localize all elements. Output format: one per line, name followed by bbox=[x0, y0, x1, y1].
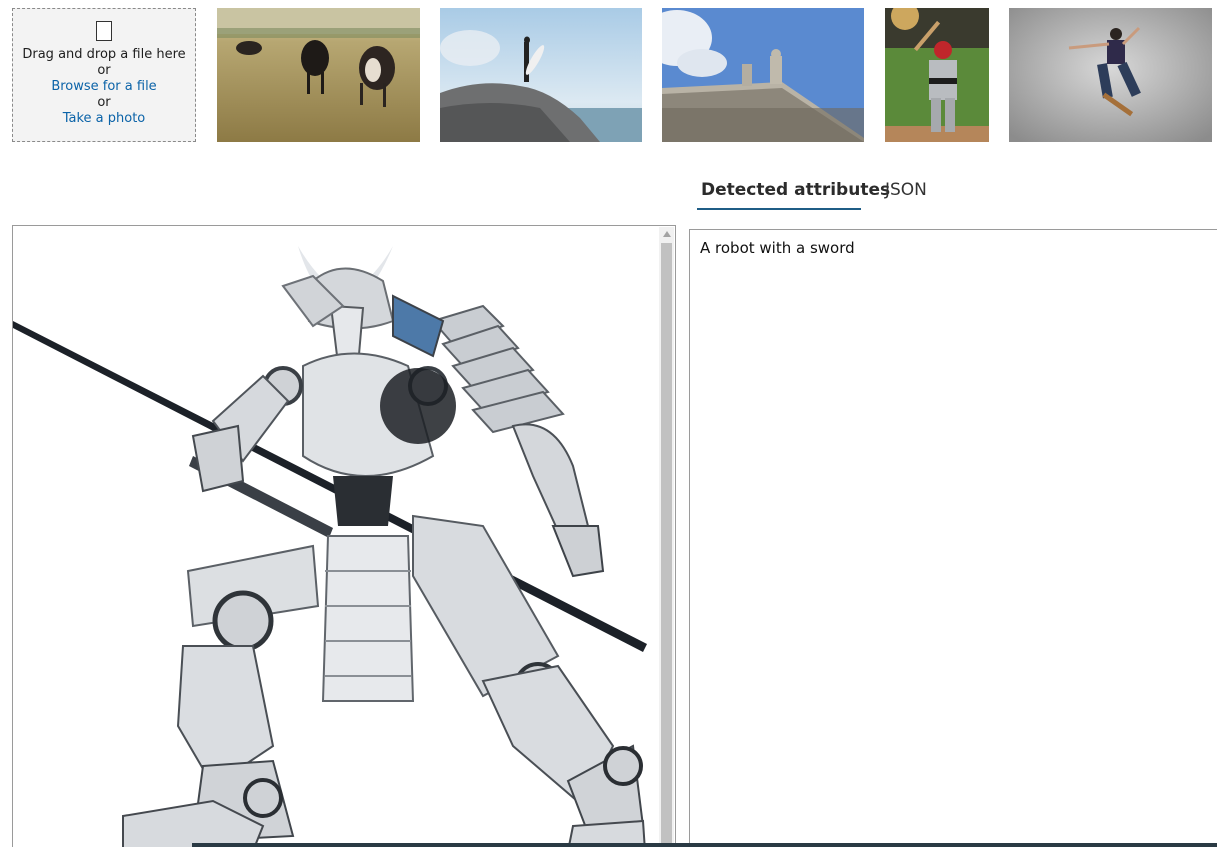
tab-detected-attributes[interactable]: Detected attributes bbox=[697, 176, 890, 210]
tab-label: JSON bbox=[885, 180, 927, 200]
sample-image-surfer[interactable] bbox=[440, 8, 642, 142]
file-icon bbox=[96, 21, 112, 41]
sample-image-baseball[interactable] bbox=[885, 8, 989, 142]
browse-file-link[interactable]: Browse for a file bbox=[13, 79, 195, 95]
or-text: or bbox=[97, 63, 111, 78]
sample-image-building[interactable] bbox=[662, 8, 864, 142]
tab-label: Detected attributes bbox=[701, 180, 891, 200]
drag-drop-text: Drag and drop a file here bbox=[22, 47, 186, 62]
analyzed-image-panel[interactable] bbox=[12, 225, 676, 847]
bottom-edge-bar bbox=[192, 843, 1217, 847]
robot-samurai-image bbox=[13, 246, 647, 847]
image-panel-scrollbar[interactable] bbox=[659, 227, 674, 847]
sample-image-skateboarder[interactable] bbox=[1009, 8, 1212, 142]
sample-image-cows[interactable] bbox=[217, 8, 420, 142]
scrollbar-thumb[interactable] bbox=[661, 243, 672, 847]
detected-attributes-panel: A robot with a sword bbox=[689, 229, 1217, 847]
scroll-up-arrow-icon[interactable] bbox=[663, 231, 671, 237]
app-root: Drag and drop a file here or Browse for … bbox=[0, 0, 1217, 847]
image-caption: A robot with a sword bbox=[700, 239, 855, 257]
or-text: or bbox=[97, 95, 111, 110]
take-photo-link[interactable]: Take a photo bbox=[13, 111, 195, 127]
tab-json[interactable]: JSON bbox=[885, 176, 935, 210]
file-drop-zone[interactable]: Drag and drop a file here or Browse for … bbox=[12, 8, 196, 142]
